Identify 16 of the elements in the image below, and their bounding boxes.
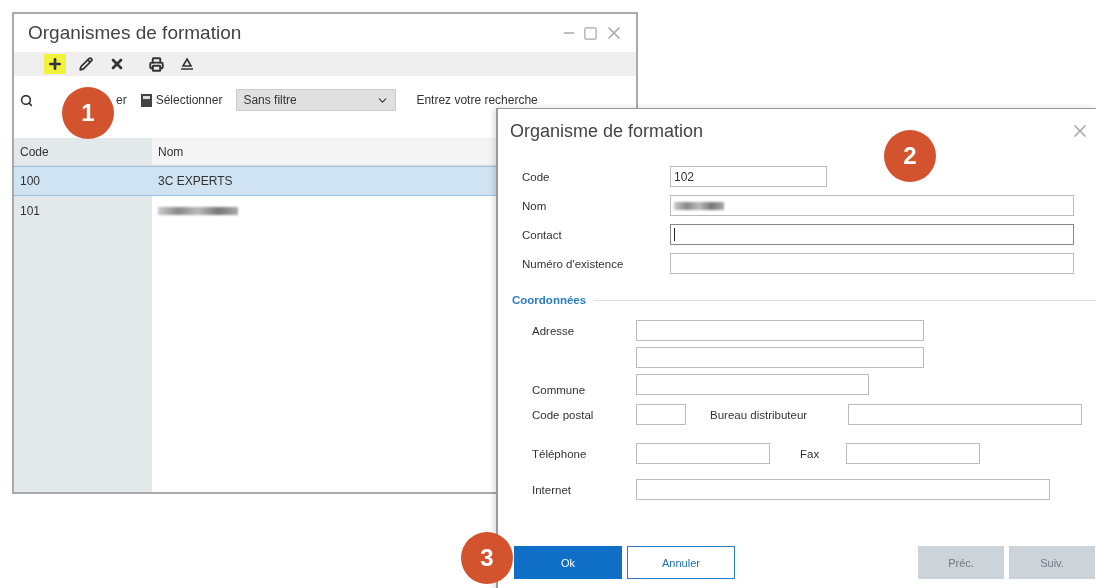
field-label: Téléphone — [532, 447, 587, 460]
table-cell: 101 — [14, 196, 152, 226]
field-label: Commune — [532, 384, 586, 396]
field-label: Code — [522, 170, 551, 183]
step-badge: 3 — [461, 532, 513, 584]
table-cell: 100 — [14, 166, 152, 196]
field-label: Nom — [522, 199, 548, 212]
field-label: Adresse — [532, 324, 575, 337]
field-label: Code postal — [532, 408, 594, 421]
section-title: Coordonnées — [512, 294, 587, 306]
field-label: Bureau distributeur — [710, 408, 808, 421]
field-label: Contact — [522, 228, 563, 241]
field-label: Internet — [532, 483, 571, 496]
field-label: Fax — [800, 447, 820, 460]
field-label: Numéro d'existence — [522, 257, 625, 270]
window-title: Organismes de formation — [28, 22, 242, 44]
